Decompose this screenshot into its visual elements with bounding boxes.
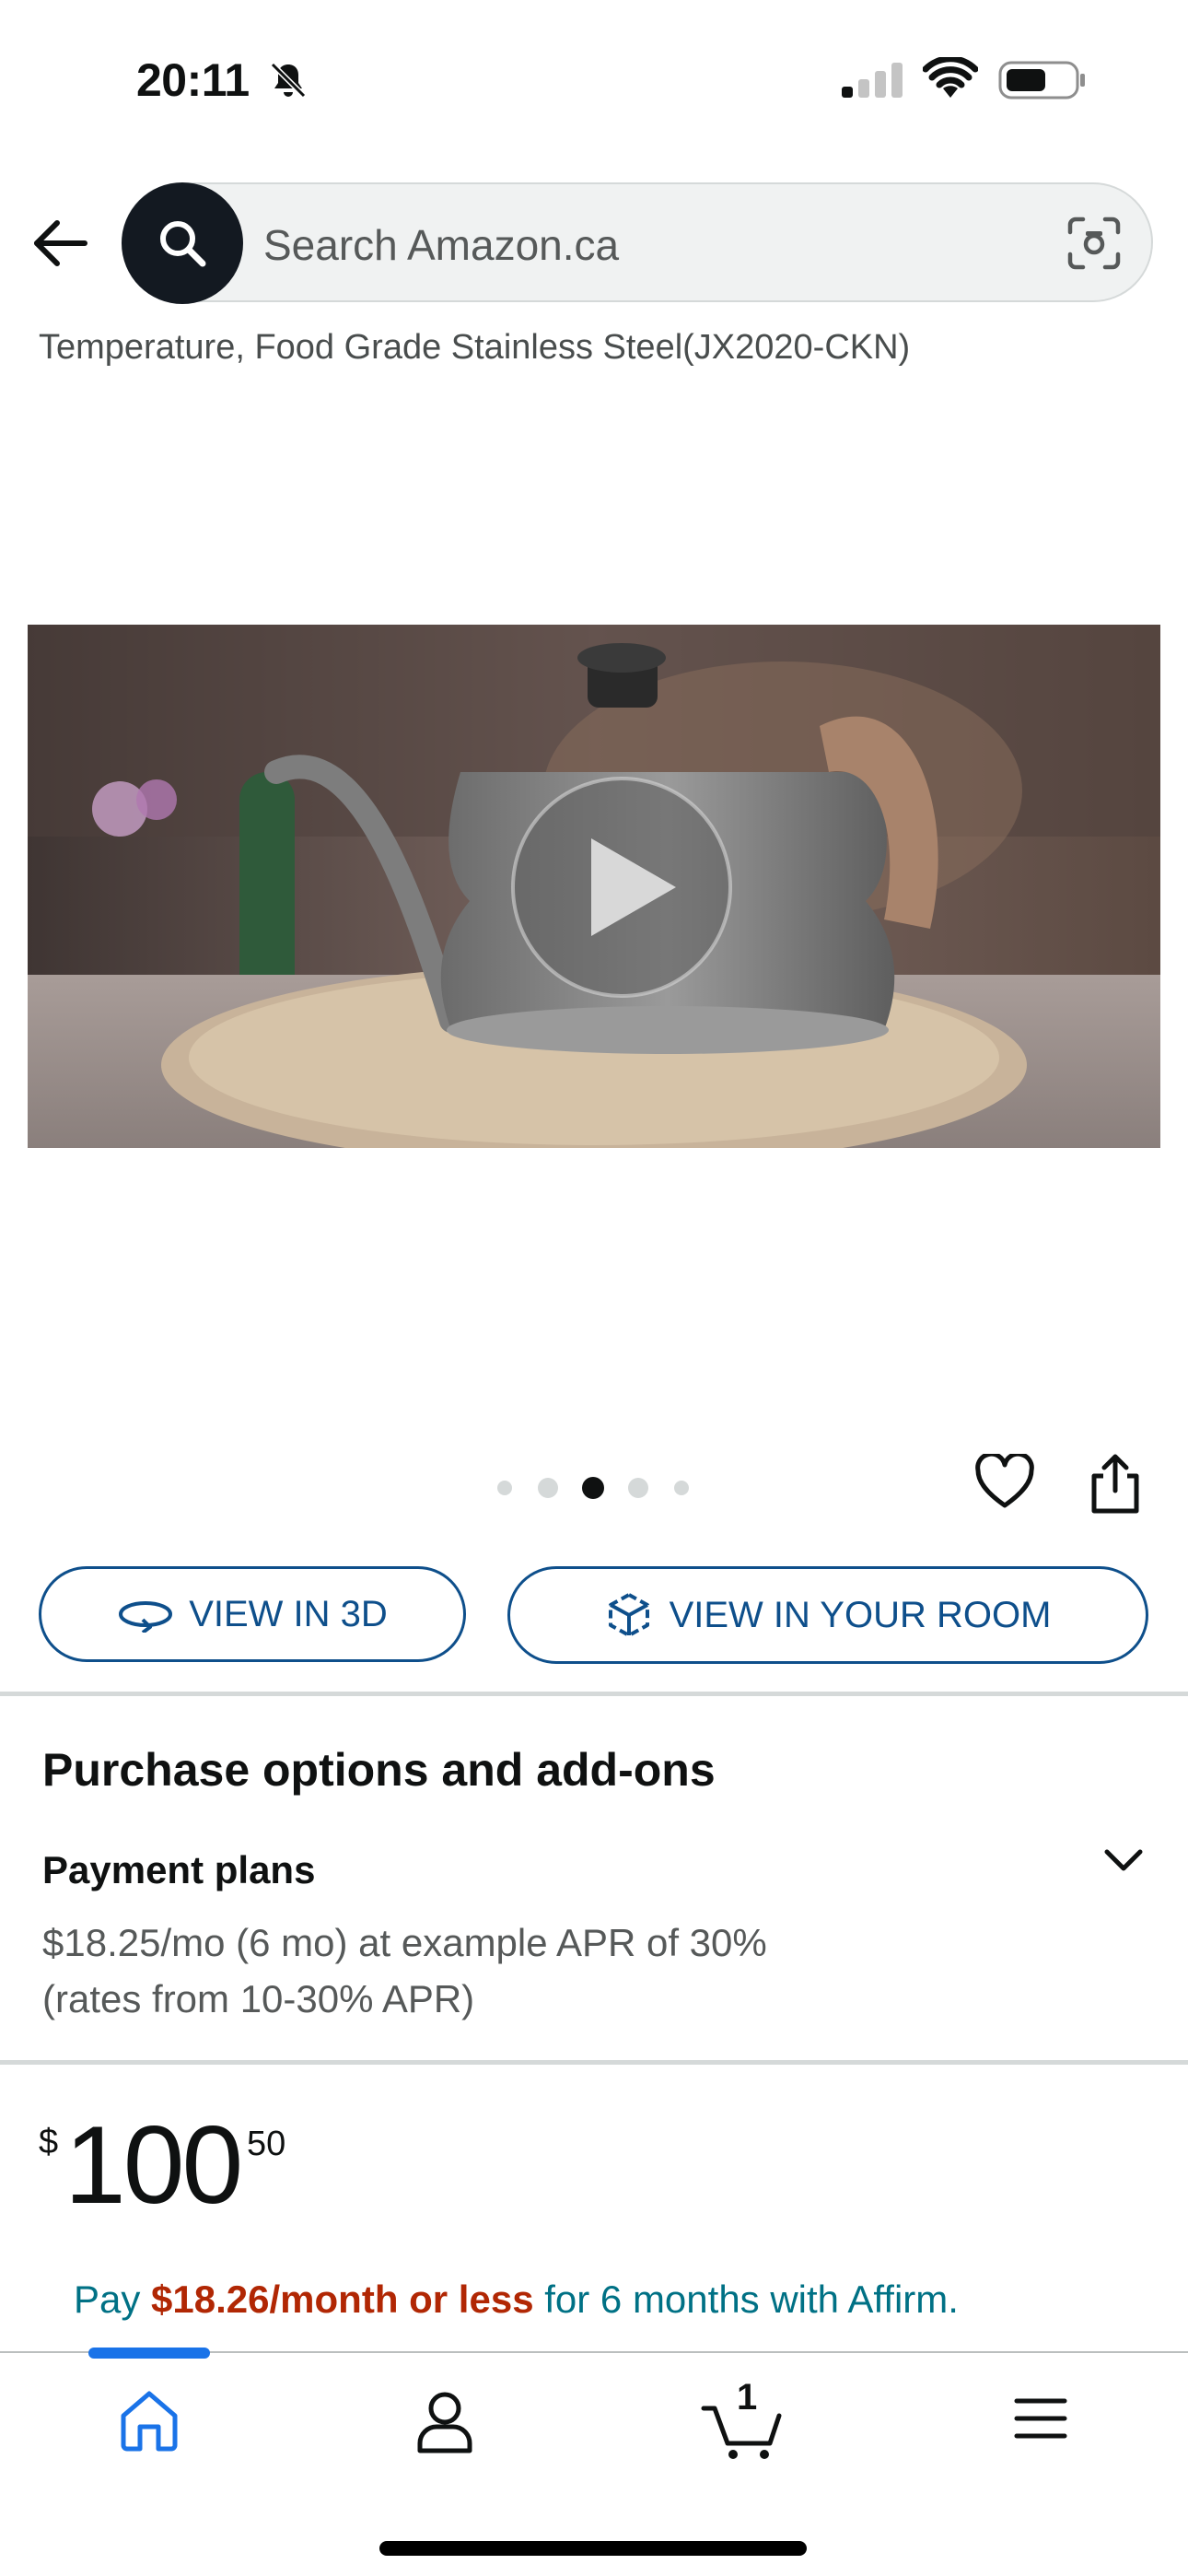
search-input[interactable]	[263, 217, 963, 273]
cart-count-badge: 1	[737, 2377, 758, 2418]
active-tab-indicator	[88, 2348, 210, 2359]
payment-plans-detail: $18.25/mo (6 mo) at example APR of 30% (…	[42, 1914, 767, 2027]
account-icon[interactable]	[414, 2388, 475, 2454]
ar-cube-icon	[608, 1593, 649, 1637]
payment-plans-line-2: (rates from 10-30% APR)	[42, 1977, 475, 2020]
cellular-signal-icon	[842, 63, 903, 98]
chevron-down-icon[interactable]	[1101, 1846, 1146, 1876]
payment-plans-line-1: $18.25/mo (6 mo) at example APR of 30%	[42, 1921, 767, 1964]
view-in-your-room-button[interactable]: VIEW IN YOUR ROOM	[507, 1566, 1148, 1664]
home-indicator[interactable]	[379, 2541, 807, 2556]
affirm-financing-link[interactable]: Pay $18.26/month or less for 6 months wi…	[74, 2277, 959, 2322]
play-icon[interactable]	[508, 774, 735, 1001]
view-in-your-room-label: VIEW IN YOUR ROOM	[669, 1594, 1052, 1635]
menu-icon[interactable]	[1013, 2395, 1068, 2441]
search-icon[interactable]	[155, 216, 210, 271]
image-gallery-dots[interactable]	[495, 1474, 698, 1502]
wifi-icon	[923, 57, 978, 98]
gallery-dot[interactable]	[628, 1478, 648, 1498]
home-icon[interactable]	[116, 2388, 182, 2453]
affirm-amount: $18.26/month or less	[151, 2277, 534, 2321]
back-arrow-icon[interactable]	[31, 217, 88, 269]
price-fraction: 50	[247, 2125, 286, 2163]
share-icon[interactable]	[1087, 1452, 1144, 1516]
product-title[interactable]: Temperature, Food Grade Stainless Steel(…	[39, 328, 910, 368]
gallery-dot[interactable]	[538, 1478, 558, 1498]
section-divider	[0, 2060, 1188, 2065]
gallery-dot[interactable]	[674, 1481, 689, 1495]
heart-icon[interactable]	[974, 1454, 1035, 1511]
battery-icon	[998, 61, 1085, 100]
section-divider	[0, 1692, 1188, 1696]
product-video-thumbnail[interactable]	[28, 625, 1160, 1148]
gallery-dot-active[interactable]	[582, 1477, 604, 1499]
status-time: 20:11	[136, 54, 250, 106]
view-in-3d-button[interactable]: VIEW IN 3D	[39, 1566, 466, 1662]
rotate-3d-icon	[119, 1601, 173, 1633]
affirm-suffix: for 6 months with Affirm.	[533, 2277, 959, 2321]
camera-scan-icon[interactable]	[1066, 216, 1122, 271]
bell-slash-icon	[270, 62, 307, 99]
price-symbol: $	[39, 2123, 59, 2161]
gallery-dot[interactable]	[497, 1481, 512, 1495]
purchase-options-title: Purchase options and add-ons	[42, 1744, 716, 1796]
price-whole: 100	[64, 2103, 243, 2227]
payment-plans-title[interactable]: Payment plans	[42, 1848, 315, 1892]
affirm-prefix: Pay	[74, 2277, 152, 2321]
view-in-3d-label: VIEW IN 3D	[189, 1593, 388, 1634]
